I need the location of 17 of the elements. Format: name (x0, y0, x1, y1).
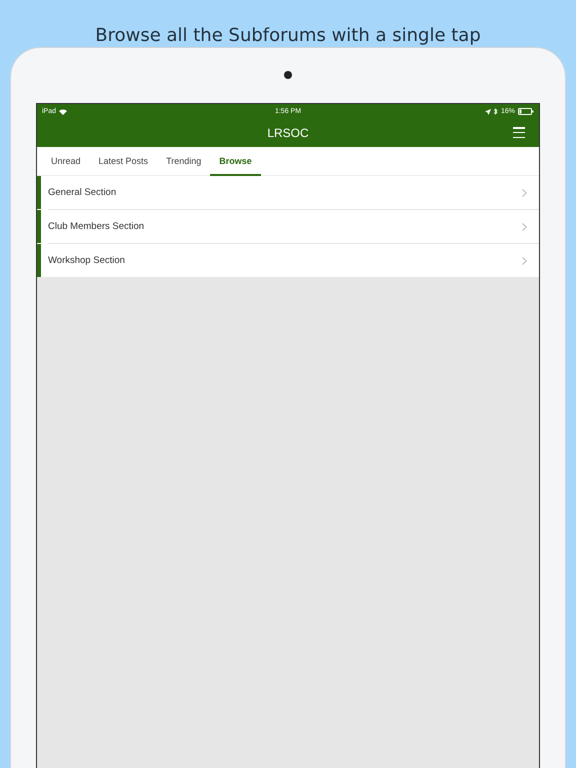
caption: Browse all the Subforums with a single tap (95, 25, 481, 46)
camera-icon (284, 71, 292, 79)
menu-icon[interactable] (513, 127, 525, 138)
section-name: Club Members Section (48, 221, 146, 232)
bluetooth-icon (494, 108, 498, 115)
chevron-icon (522, 256, 527, 264)
battery-icon (518, 108, 534, 115)
chevron-icon (522, 222, 527, 230)
tab[interactable]: Latest Posts (90, 147, 158, 176)
location-icon (485, 108, 491, 114)
section-name: General Section (48, 187, 118, 198)
tab[interactable]: Unread (42, 147, 90, 176)
tab[interactable]: Trending (157, 147, 210, 176)
chevron-icon (522, 188, 527, 196)
section-name: Workshop Section (48, 255, 126, 266)
app-title: LRSOC (267, 126, 309, 140)
wifi-icon (59, 108, 68, 114)
